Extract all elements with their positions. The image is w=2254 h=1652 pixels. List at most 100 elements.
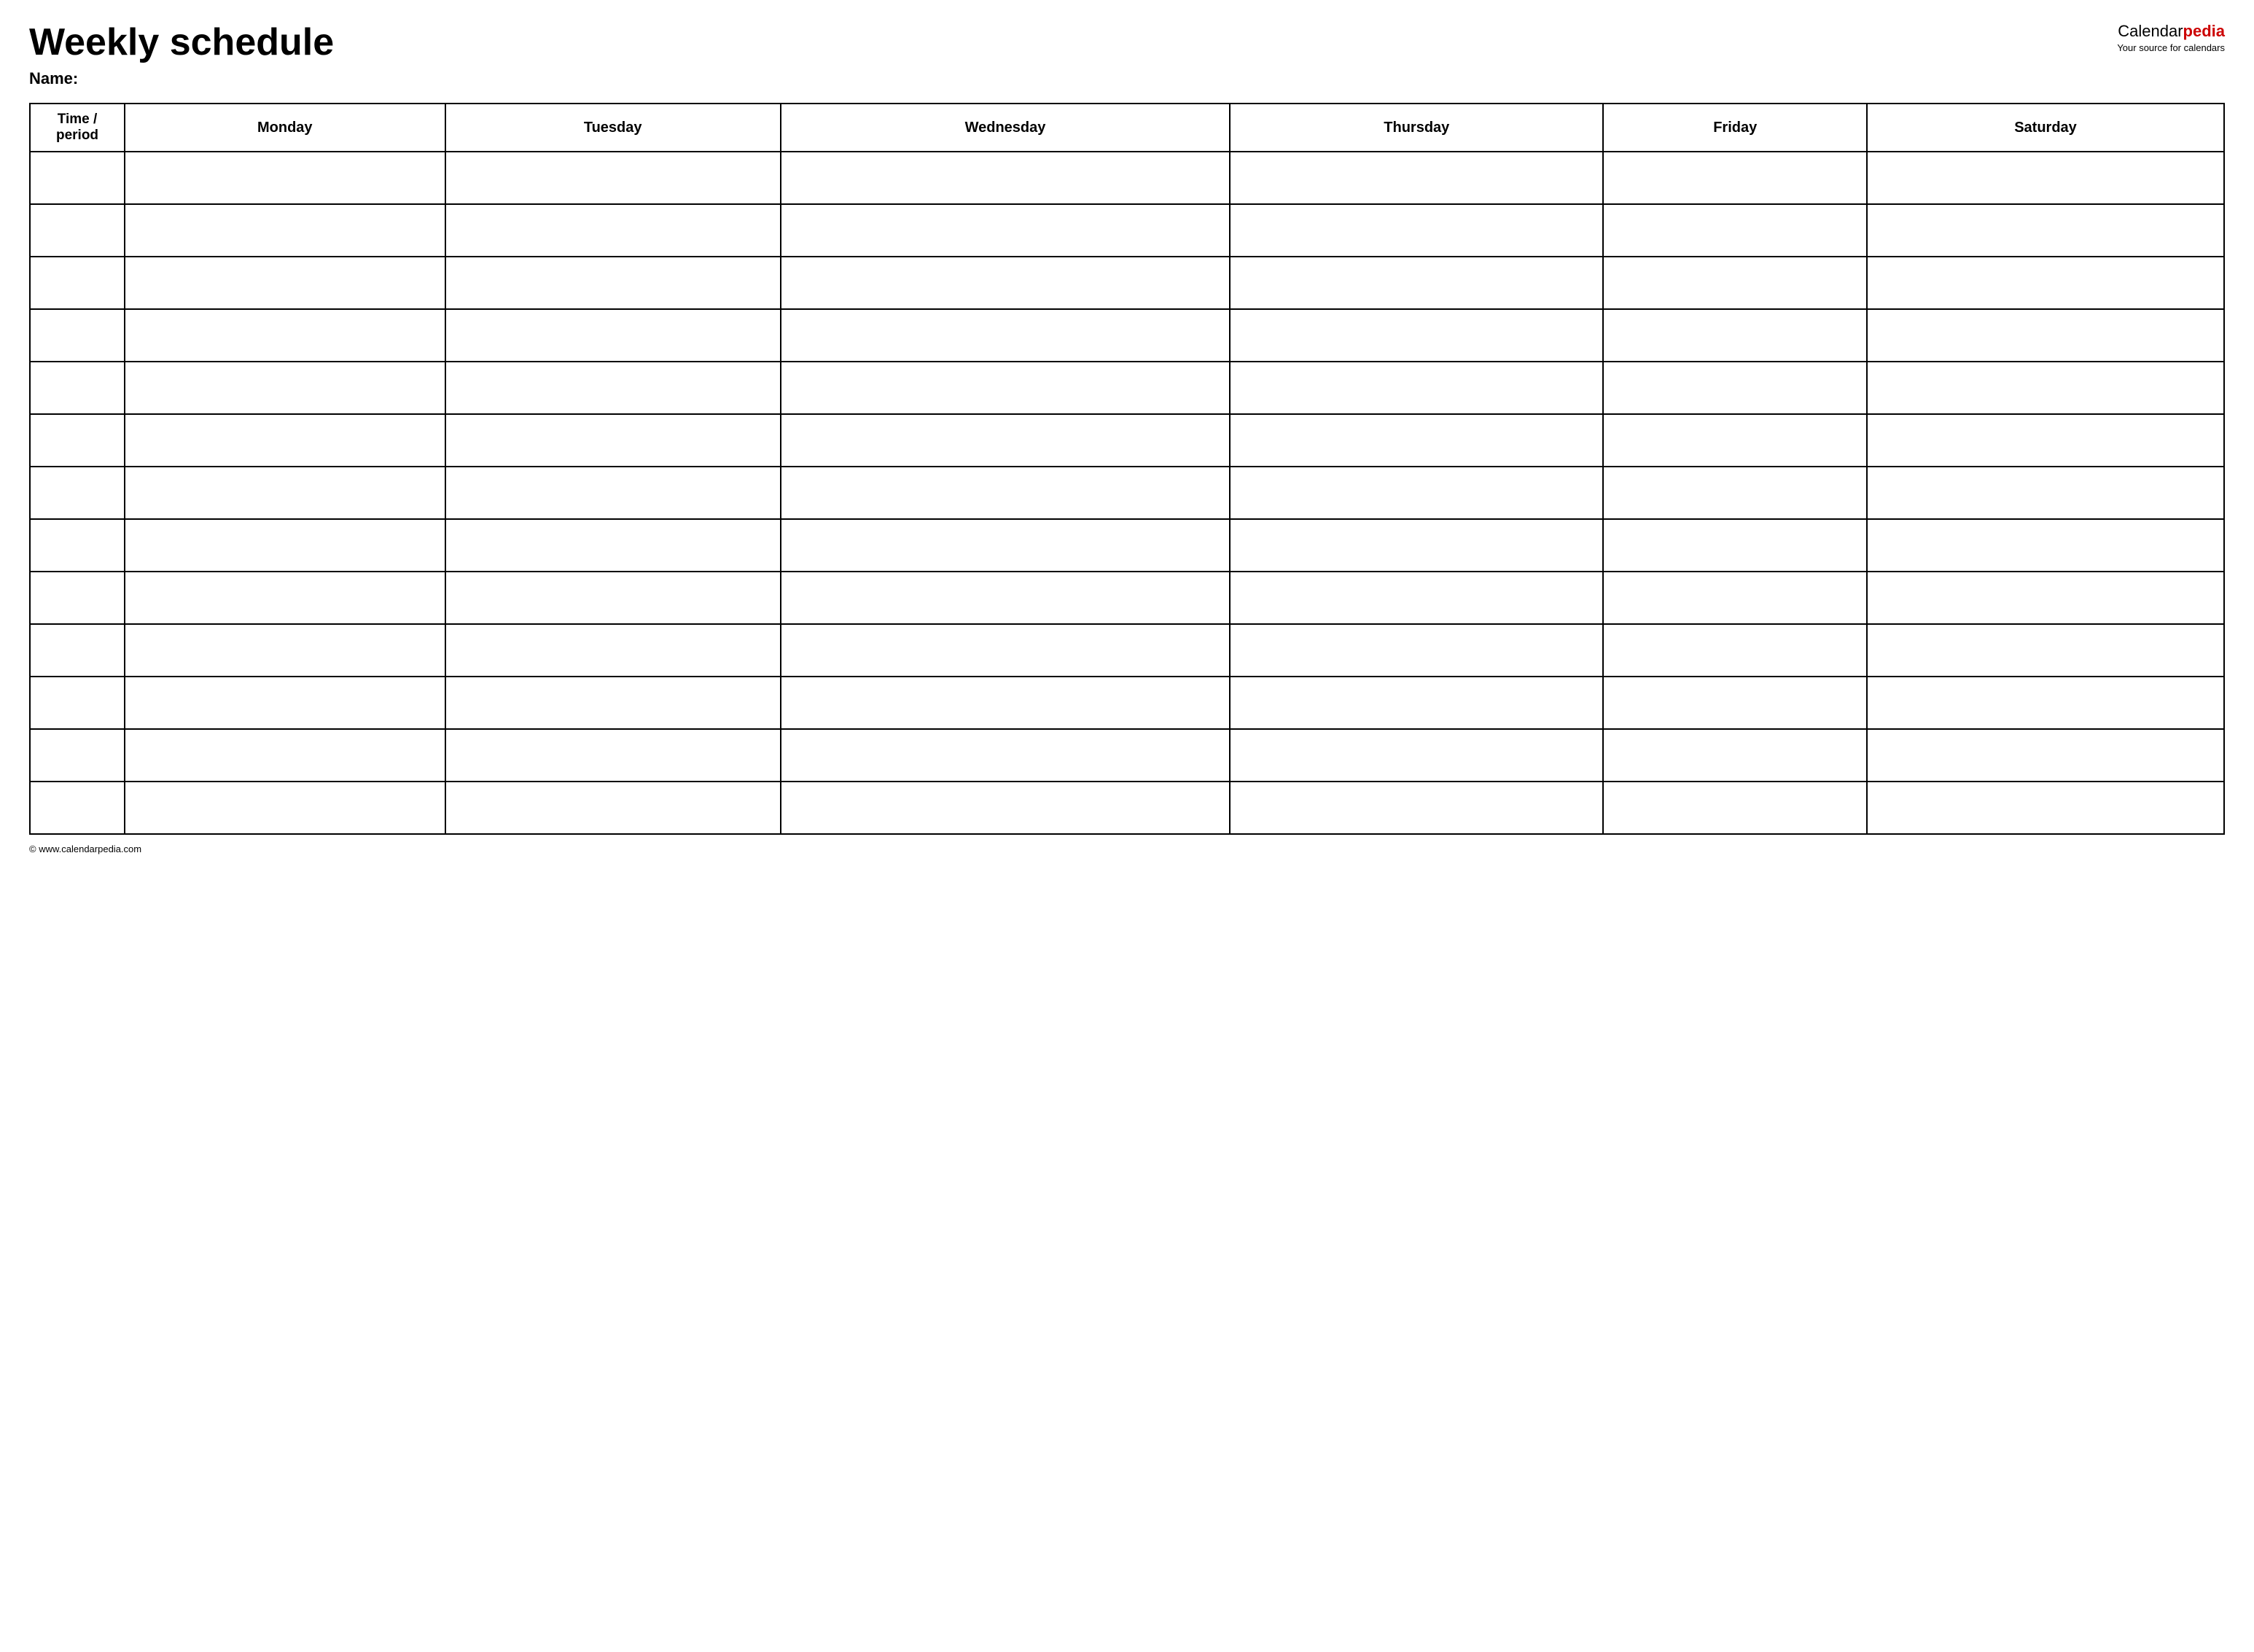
- data-cell-row-7-col-3[interactable]: [781, 519, 1230, 572]
- col-header-saturday: Saturday: [1867, 104, 2224, 152]
- data-cell-row-1-col-4[interactable]: [1230, 204, 1603, 257]
- data-cell-row-4-col-3[interactable]: [781, 362, 1230, 414]
- data-cell-row-4-col-1[interactable]: [125, 362, 445, 414]
- data-cell-row-12-col-2[interactable]: [445, 782, 781, 834]
- data-cell-row-0-col-1[interactable]: [125, 152, 445, 204]
- col-header-wednesday: Wednesday: [781, 104, 1230, 152]
- data-cell-row-4-col-6[interactable]: [1867, 362, 2224, 414]
- data-cell-row-6-col-4[interactable]: [1230, 467, 1603, 519]
- data-cell-row-11-col-4[interactable]: [1230, 729, 1603, 782]
- data-cell-row-9-col-4[interactable]: [1230, 624, 1603, 677]
- logo-pedia: pedia: [2183, 22, 2225, 40]
- data-cell-row-1-col-6[interactable]: [1867, 204, 2224, 257]
- data-cell-row-6-col-6[interactable]: [1867, 467, 2224, 519]
- data-cell-row-9-col-1[interactable]: [125, 624, 445, 677]
- time-cell-row-3[interactable]: [30, 309, 125, 362]
- data-cell-row-8-col-5[interactable]: [1603, 572, 1867, 624]
- data-cell-row-6-col-3[interactable]: [781, 467, 1230, 519]
- data-cell-row-3-col-4[interactable]: [1230, 309, 1603, 362]
- time-cell-row-2[interactable]: [30, 257, 125, 309]
- col-header-monday: Monday: [125, 104, 445, 152]
- data-cell-row-10-col-6[interactable]: [1867, 677, 2224, 729]
- time-cell-row-1[interactable]: [30, 204, 125, 257]
- data-cell-row-10-col-5[interactable]: [1603, 677, 1867, 729]
- data-cell-row-6-col-5[interactable]: [1603, 467, 1867, 519]
- time-cell-row-5[interactable]: [30, 414, 125, 467]
- data-cell-row-2-col-2[interactable]: [445, 257, 781, 309]
- data-cell-row-3-col-3[interactable]: [781, 309, 1230, 362]
- data-cell-row-11-col-2[interactable]: [445, 729, 781, 782]
- data-cell-row-11-col-1[interactable]: [125, 729, 445, 782]
- data-cell-row-12-col-4[interactable]: [1230, 782, 1603, 834]
- data-cell-row-11-col-3[interactable]: [781, 729, 1230, 782]
- data-cell-row-4-col-2[interactable]: [445, 362, 781, 414]
- data-cell-row-10-col-1[interactable]: [125, 677, 445, 729]
- data-cell-row-0-col-4[interactable]: [1230, 152, 1603, 204]
- data-cell-row-2-col-6[interactable]: [1867, 257, 2224, 309]
- data-cell-row-3-col-5[interactable]: [1603, 309, 1867, 362]
- data-cell-row-9-col-2[interactable]: [445, 624, 781, 677]
- col-header-friday: Friday: [1603, 104, 1867, 152]
- data-cell-row-9-col-5[interactable]: [1603, 624, 1867, 677]
- data-cell-row-5-col-1[interactable]: [125, 414, 445, 467]
- data-cell-row-0-col-5[interactable]: [1603, 152, 1867, 204]
- data-cell-row-7-col-6[interactable]: [1867, 519, 2224, 572]
- data-cell-row-7-col-1[interactable]: [125, 519, 445, 572]
- data-cell-row-5-col-5[interactable]: [1603, 414, 1867, 467]
- data-cell-row-4-col-5[interactable]: [1603, 362, 1867, 414]
- data-cell-row-2-col-1[interactable]: [125, 257, 445, 309]
- data-cell-row-8-col-6[interactable]: [1867, 572, 2224, 624]
- data-cell-row-2-col-4[interactable]: [1230, 257, 1603, 309]
- data-cell-row-11-col-5[interactable]: [1603, 729, 1867, 782]
- data-cell-row-0-col-3[interactable]: [781, 152, 1230, 204]
- data-cell-row-5-col-6[interactable]: [1867, 414, 2224, 467]
- data-cell-row-0-col-6[interactable]: [1867, 152, 2224, 204]
- data-cell-row-1-col-1[interactable]: [125, 204, 445, 257]
- data-cell-row-3-col-2[interactable]: [445, 309, 781, 362]
- data-cell-row-2-col-5[interactable]: [1603, 257, 1867, 309]
- data-cell-row-3-col-6[interactable]: [1867, 309, 2224, 362]
- data-cell-row-12-col-5[interactable]: [1603, 782, 1867, 834]
- data-cell-row-3-col-1[interactable]: [125, 309, 445, 362]
- time-cell-row-0[interactable]: [30, 152, 125, 204]
- data-cell-row-1-col-3[interactable]: [781, 204, 1230, 257]
- data-cell-row-11-col-6[interactable]: [1867, 729, 2224, 782]
- data-cell-row-8-col-3[interactable]: [781, 572, 1230, 624]
- time-cell-row-6[interactable]: [30, 467, 125, 519]
- time-cell-row-7[interactable]: [30, 519, 125, 572]
- table-row: [30, 677, 2224, 729]
- data-cell-row-8-col-2[interactable]: [445, 572, 781, 624]
- data-cell-row-10-col-2[interactable]: [445, 677, 781, 729]
- data-cell-row-12-col-1[interactable]: [125, 782, 445, 834]
- name-label: Name:: [29, 69, 2117, 88]
- data-cell-row-8-col-1[interactable]: [125, 572, 445, 624]
- data-cell-row-7-col-2[interactable]: [445, 519, 781, 572]
- data-cell-row-1-col-2[interactable]: [445, 204, 781, 257]
- time-cell-row-10[interactable]: [30, 677, 125, 729]
- data-cell-row-5-col-4[interactable]: [1230, 414, 1603, 467]
- data-cell-row-10-col-4[interactable]: [1230, 677, 1603, 729]
- data-cell-row-9-col-3[interactable]: [781, 624, 1230, 677]
- data-cell-row-12-col-3[interactable]: [781, 782, 1230, 834]
- data-cell-row-9-col-6[interactable]: [1867, 624, 2224, 677]
- table-row: [30, 362, 2224, 414]
- time-cell-row-11[interactable]: [30, 729, 125, 782]
- data-cell-row-8-col-4[interactable]: [1230, 572, 1603, 624]
- time-cell-row-4[interactable]: [30, 362, 125, 414]
- data-cell-row-12-col-6[interactable]: [1867, 782, 2224, 834]
- data-cell-row-4-col-4[interactable]: [1230, 362, 1603, 414]
- time-cell-row-9[interactable]: [30, 624, 125, 677]
- data-cell-row-1-col-5[interactable]: [1603, 204, 1867, 257]
- data-cell-row-5-col-2[interactable]: [445, 414, 781, 467]
- data-cell-row-0-col-2[interactable]: [445, 152, 781, 204]
- time-cell-row-8[interactable]: [30, 572, 125, 624]
- data-cell-row-7-col-5[interactable]: [1603, 519, 1867, 572]
- data-cell-row-5-col-3[interactable]: [781, 414, 1230, 467]
- data-cell-row-10-col-3[interactable]: [781, 677, 1230, 729]
- data-cell-row-6-col-1[interactable]: [125, 467, 445, 519]
- data-cell-row-7-col-4[interactable]: [1230, 519, 1603, 572]
- data-cell-row-6-col-2[interactable]: [445, 467, 781, 519]
- logo-calendar: Calendar: [2118, 22, 2183, 40]
- time-cell-row-12[interactable]: [30, 782, 125, 834]
- data-cell-row-2-col-3[interactable]: [781, 257, 1230, 309]
